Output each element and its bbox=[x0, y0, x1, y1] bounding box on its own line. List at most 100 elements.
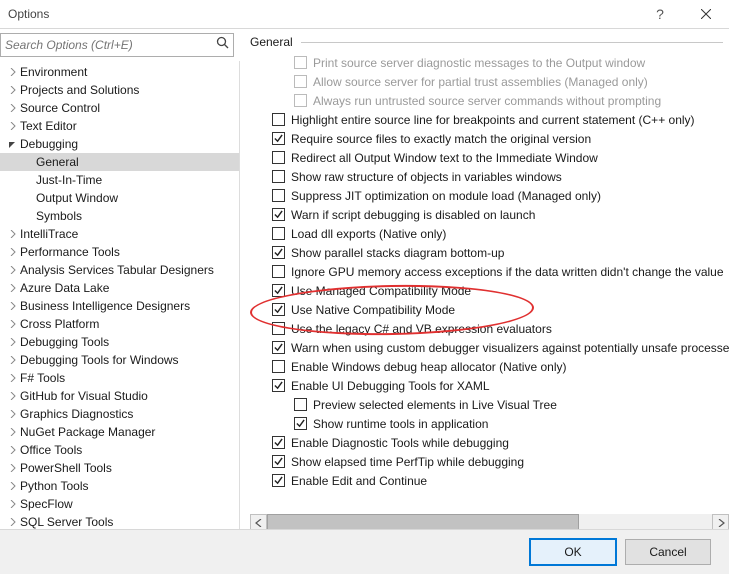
option-row: Use the legacy C# and VB expression eval… bbox=[250, 319, 729, 338]
tree-item[interactable]: Debugging Tools bbox=[0, 333, 239, 351]
tree-item[interactable]: Azure Data Lake bbox=[0, 279, 239, 297]
chevron-right-icon[interactable] bbox=[6, 428, 20, 436]
chevron-right-icon[interactable] bbox=[6, 464, 20, 472]
tree-item[interactable]: Environment bbox=[0, 63, 239, 81]
tree-item[interactable]: Office Tools bbox=[0, 441, 239, 459]
option-row: Show runtime tools in application bbox=[250, 414, 729, 433]
tree-item[interactable]: Just-In-Time bbox=[0, 171, 239, 189]
close-icon bbox=[701, 9, 711, 19]
checkbox[interactable] bbox=[272, 265, 285, 278]
chevron-right-icon[interactable] bbox=[6, 248, 20, 256]
option-label: Highlight entire source line for breakpo… bbox=[291, 113, 695, 127]
section-title: General bbox=[250, 35, 293, 49]
option-row: Enable Diagnostic Tools while debugging bbox=[250, 433, 729, 452]
chevron-right-icon[interactable] bbox=[6, 122, 20, 130]
option-label: Warn if script debugging is disabled on … bbox=[291, 208, 535, 222]
chevron-right-icon[interactable] bbox=[6, 284, 20, 292]
checkbox[interactable] bbox=[272, 474, 285, 487]
chevron-right-icon[interactable] bbox=[6, 374, 20, 382]
tree-item[interactable]: Symbols bbox=[0, 207, 239, 225]
option-row: Warn when using custom debugger visualiz… bbox=[250, 338, 729, 357]
chevron-right-icon[interactable] bbox=[6, 104, 20, 112]
checkbox[interactable] bbox=[272, 189, 285, 202]
tree-item[interactable]: IntelliTrace bbox=[0, 225, 239, 243]
checkbox[interactable] bbox=[272, 379, 285, 392]
tree-item-label: Cross Platform bbox=[20, 317, 99, 331]
tree-item[interactable]: Output Window bbox=[0, 189, 239, 207]
option-label: Preview selected elements in Live Visual… bbox=[313, 398, 557, 412]
chevron-right-icon[interactable] bbox=[6, 302, 20, 310]
cancel-button[interactable]: Cancel bbox=[625, 539, 711, 565]
tree-item-label: Source Control bbox=[20, 101, 100, 115]
tree-item[interactable]: F# Tools bbox=[0, 369, 239, 387]
option-label: Show runtime tools in application bbox=[313, 417, 488, 431]
checkbox[interactable] bbox=[272, 170, 285, 183]
tree-item[interactable]: Graphics Diagnostics bbox=[0, 405, 239, 423]
tree-item[interactable]: Business Intelligence Designers bbox=[0, 297, 239, 315]
checkbox[interactable] bbox=[272, 284, 285, 297]
chevron-right-icon[interactable] bbox=[6, 410, 20, 418]
option-row: Enable UI Debugging Tools for XAML bbox=[250, 376, 729, 395]
option-label: Show raw structure of objects in variabl… bbox=[291, 170, 562, 184]
chevron-right-icon[interactable] bbox=[6, 338, 20, 346]
help-button[interactable]: ? bbox=[637, 0, 683, 28]
chevron-right-icon[interactable] bbox=[6, 356, 20, 364]
checkbox[interactable] bbox=[294, 398, 307, 411]
tree-item[interactable]: Performance Tools bbox=[0, 243, 239, 261]
chevron-right-icon[interactable] bbox=[6, 320, 20, 328]
option-row: Ignore GPU memory access exceptions if t… bbox=[250, 262, 729, 281]
tree-item[interactable]: SpecFlow bbox=[0, 495, 239, 513]
checkbox[interactable] bbox=[272, 455, 285, 468]
tree-item[interactable]: NuGet Package Manager bbox=[0, 423, 239, 441]
checkbox[interactable] bbox=[272, 322, 285, 335]
tree-item[interactable]: GitHub for Visual Studio bbox=[0, 387, 239, 405]
checkbox[interactable] bbox=[272, 436, 285, 449]
chevron-right-icon[interactable] bbox=[6, 68, 20, 76]
chevron-right-icon[interactable] bbox=[6, 518, 20, 526]
checkbox[interactable] bbox=[272, 132, 285, 145]
checkbox[interactable] bbox=[272, 303, 285, 316]
chevron-right-icon[interactable] bbox=[6, 86, 20, 94]
search-icon bbox=[216, 36, 230, 53]
category-tree[interactable]: EnvironmentProjects and Solutions Source … bbox=[0, 61, 240, 531]
tree-item[interactable]: General bbox=[0, 153, 239, 171]
tree-item[interactable]: Python Tools bbox=[0, 477, 239, 495]
option-row: Preview selected elements in Live Visual… bbox=[250, 395, 729, 414]
option-label: Warn when using custom debugger visualiz… bbox=[291, 341, 729, 355]
tree-item[interactable]: Source Control bbox=[0, 99, 239, 117]
chevron-right-icon[interactable] bbox=[6, 266, 20, 274]
checkbox[interactable] bbox=[294, 417, 307, 430]
chevron-right-icon[interactable] bbox=[6, 230, 20, 238]
tree-item[interactable]: Analysis Services Tabular Designers bbox=[0, 261, 239, 279]
chevron-right-icon[interactable] bbox=[6, 392, 20, 400]
chevron-right-icon[interactable] bbox=[6, 500, 20, 508]
tree-item[interactable]: Cross Platform bbox=[0, 315, 239, 333]
tree-item-label: NuGet Package Manager bbox=[20, 425, 155, 439]
option-row: Show parallel stacks diagram bottom-up bbox=[250, 243, 729, 262]
checkbox[interactable] bbox=[272, 341, 285, 354]
tree-item[interactable]: PowerShell Tools bbox=[0, 459, 239, 477]
tree-item[interactable]: Projects and Solutions bbox=[0, 81, 239, 99]
chevron-right-icon[interactable] bbox=[6, 446, 20, 454]
ok-button[interactable]: OK bbox=[529, 538, 617, 566]
checkbox[interactable] bbox=[272, 151, 285, 164]
tree-item-label: IntelliTrace bbox=[20, 227, 78, 241]
tree-item[interactable]: Debugging bbox=[0, 135, 239, 153]
checkbox[interactable] bbox=[272, 208, 285, 221]
option-row: Highlight entire source line for breakpo… bbox=[250, 110, 729, 129]
search-box[interactable] bbox=[0, 33, 234, 57]
search-input[interactable] bbox=[0, 33, 234, 57]
checkbox[interactable] bbox=[272, 113, 285, 126]
close-button[interactable] bbox=[683, 0, 729, 28]
tree-item[interactable]: Debugging Tools for Windows bbox=[0, 351, 239, 369]
tree-item[interactable]: Text Editor bbox=[0, 117, 239, 135]
option-row: Enable Windows debug heap allocator (Nat… bbox=[250, 357, 729, 376]
chevron-down-icon[interactable] bbox=[6, 140, 20, 148]
checkbox[interactable] bbox=[272, 246, 285, 259]
chevron-right-icon[interactable] bbox=[6, 482, 20, 490]
tree-item-label: Debugging bbox=[20, 137, 78, 151]
tree-item-label: Azure Data Lake bbox=[20, 281, 109, 295]
checkbox[interactable] bbox=[272, 360, 285, 373]
checkbox[interactable] bbox=[272, 227, 285, 240]
tree-item-label: GitHub for Visual Studio bbox=[20, 389, 148, 403]
